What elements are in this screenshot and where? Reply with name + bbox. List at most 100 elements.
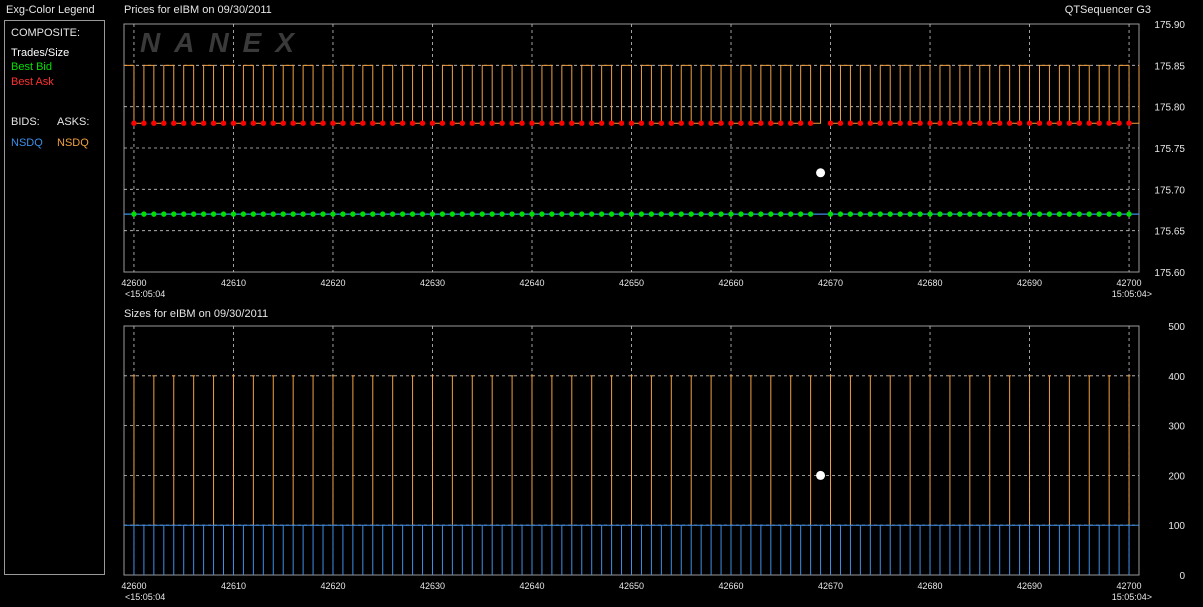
size-x-tick-label: 42670 <box>818 581 843 591</box>
best-ask-point <box>1026 120 1033 126</box>
best-bid-point <box>399 211 406 217</box>
best-ask-point <box>618 120 625 126</box>
best-ask-point <box>380 120 386 126</box>
best-bid-point <box>190 211 197 217</box>
size-x-tick-label: 42600 <box>121 581 146 591</box>
best-ask-point <box>181 120 187 126</box>
price-x-tick-label: 42600 <box>121 278 146 288</box>
best-ask-point <box>479 120 485 126</box>
price-x-tick-label: 42630 <box>420 278 445 288</box>
best-ask-point <box>210 120 217 126</box>
size-y-tick-label: 500 <box>1168 322 1185 333</box>
size-x-tick-label: 42650 <box>619 581 644 591</box>
best-bid-point <box>389 211 396 217</box>
best-bid-point <box>300 211 306 217</box>
best-bid-point <box>290 211 296 217</box>
best-bid-point <box>827 211 834 217</box>
size-x-tick-label: 42700 <box>1117 581 1142 591</box>
best-ask-point <box>967 120 973 126</box>
size-chart: 42600 42610 42620 42630 42640 42650 42660 42670… <box>121 322 1185 602</box>
best-ask-point <box>927 120 933 126</box>
best-ask-point <box>718 120 724 126</box>
best-bid-point <box>360 211 366 217</box>
best-bid-point <box>210 211 217 217</box>
best-ask-point <box>847 120 854 126</box>
best-ask-point <box>668 120 675 126</box>
best-bid-point <box>837 211 844 217</box>
best-ask-point <box>529 120 535 126</box>
price-x-tick-label: 42680 <box>918 278 943 288</box>
best-ask-point <box>658 120 665 126</box>
size-x-tick-label: 42660 <box>718 581 743 591</box>
best-bid-point <box>250 211 257 217</box>
price-y-tick-label: 175.70 <box>1154 185 1185 196</box>
best-bid-point <box>977 211 983 217</box>
best-ask-point <box>987 120 993 126</box>
best-bid-point <box>330 211 336 217</box>
size-x-tick-label: 42690 <box>1017 581 1042 591</box>
best-ask-point <box>171 120 177 126</box>
best-ask-point <box>1096 120 1102 126</box>
best-ask-point <box>1006 120 1013 126</box>
best-ask-point <box>280 120 286 126</box>
best-bid-point <box>658 211 665 217</box>
best-ask-point <box>1056 120 1063 126</box>
best-bid-point <box>429 211 436 217</box>
best-ask-point <box>857 120 864 126</box>
best-bid-point <box>748 211 754 217</box>
best-ask-point <box>439 120 446 126</box>
best-bid-point <box>967 211 973 217</box>
best-bid-point <box>1046 211 1053 217</box>
best-bid-point <box>728 211 734 217</box>
best-bid-point <box>220 211 227 217</box>
price-y-tick-label: 175.75 <box>1154 144 1185 155</box>
best-ask-point <box>608 120 615 126</box>
best-ask-point <box>877 120 883 126</box>
best-bid-point <box>957 211 963 217</box>
best-ask-point <box>1106 120 1112 126</box>
best-ask-point <box>1016 120 1023 126</box>
best-bid-point <box>698 211 704 217</box>
best-bid-point <box>280 211 286 217</box>
price-y-tick-label: 175.85 <box>1154 61 1185 72</box>
best-bid-point <box>489 211 495 217</box>
best-bid-point <box>937 211 943 217</box>
best-bid-point <box>141 211 147 217</box>
best-ask-point <box>1116 120 1122 126</box>
best-bid-point <box>320 211 326 217</box>
price-x-tick-label: 42690 <box>1017 278 1042 288</box>
best-ask-point <box>449 120 456 126</box>
best-ask-point <box>489 120 495 126</box>
best-bid-point <box>738 211 744 217</box>
best-ask-point <box>1036 120 1043 126</box>
size-x-end-label: 15:05:04> <box>1112 592 1152 602</box>
best-ask-point <box>1126 120 1132 126</box>
best-ask-point <box>628 120 635 126</box>
size-x-tick-label: 42620 <box>320 581 345 591</box>
best-ask-point <box>549 120 555 126</box>
best-ask-point <box>947 120 953 126</box>
best-bid-point <box>240 211 247 217</box>
best-bid-point <box>439 211 446 217</box>
best-bid-point <box>688 211 694 217</box>
best-ask-point <box>559 120 565 126</box>
best-ask-point <box>220 120 227 126</box>
best-bid-point <box>181 211 187 217</box>
best-bid-point <box>588 211 595 217</box>
best-bid-point <box>807 211 814 217</box>
best-ask-point <box>509 120 515 126</box>
best-ask-point <box>797 120 804 126</box>
best-ask-point <box>638 120 645 126</box>
best-bid-point <box>1106 211 1112 217</box>
best-bid-point <box>1086 211 1092 217</box>
price-x-tick-label: 42620 <box>320 278 345 288</box>
best-bid-point <box>449 211 456 217</box>
best-bid-point <box>539 211 545 217</box>
best-ask-point <box>897 120 903 126</box>
best-bid-point <box>867 211 874 217</box>
trade-size-point <box>816 470 826 480</box>
best-bid-point <box>887 211 893 217</box>
best-ask-point <box>151 120 157 126</box>
best-ask-point <box>788 120 794 126</box>
best-bid-point <box>350 211 356 217</box>
